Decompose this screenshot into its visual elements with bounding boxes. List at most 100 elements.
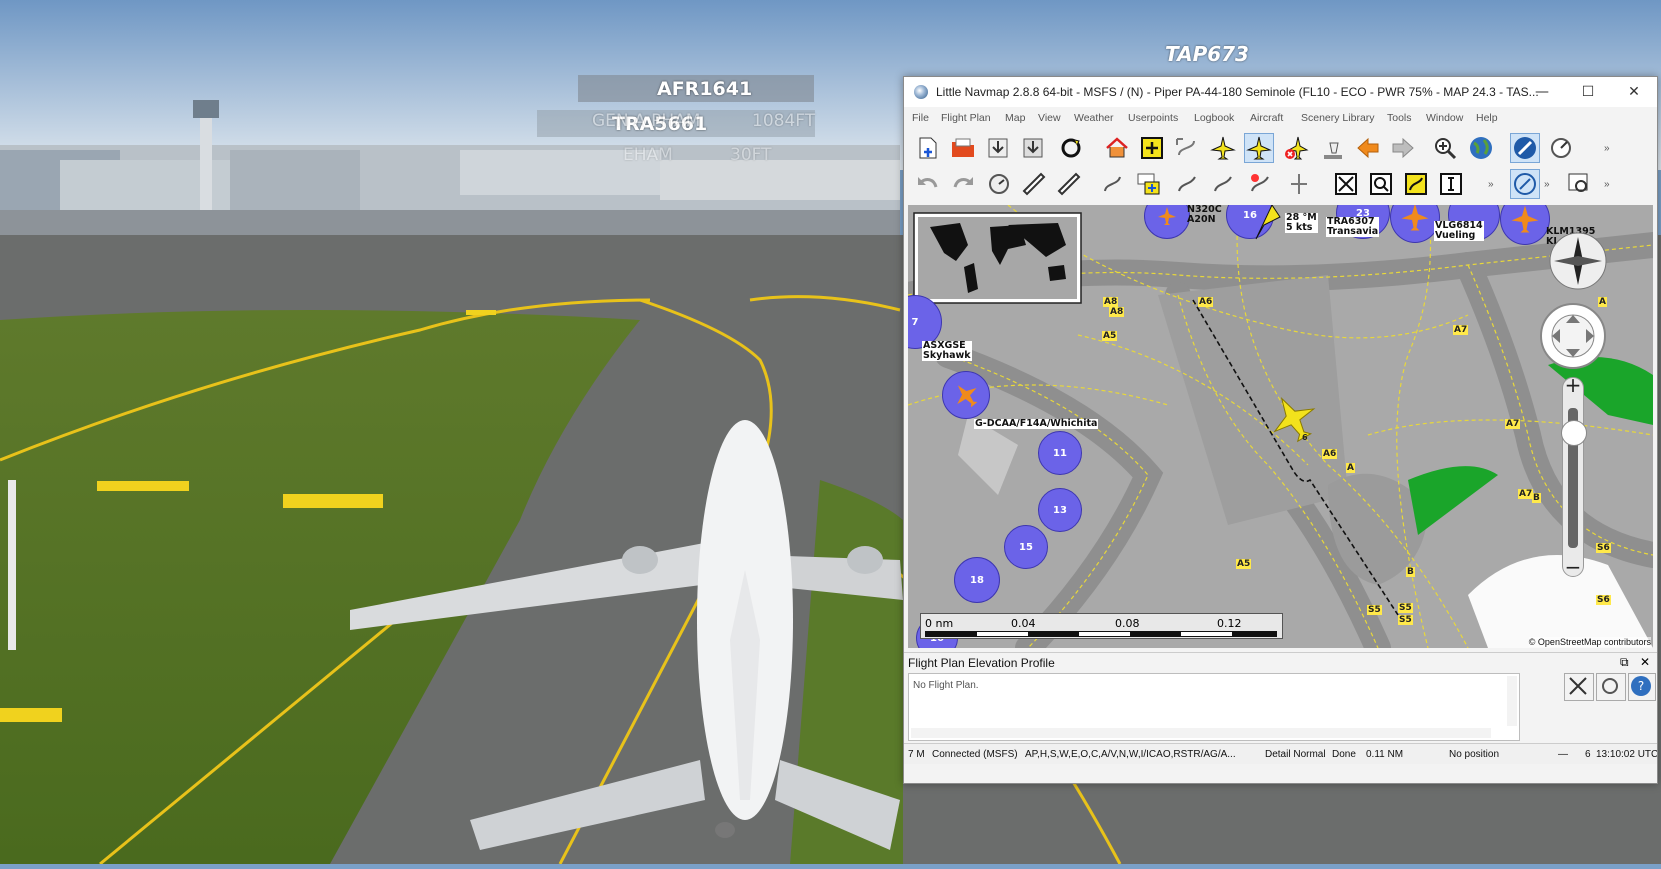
save-as-icon xyxy=(1023,138,1043,158)
compass-button[interactable] xyxy=(1510,133,1540,163)
taxiway-label: B xyxy=(1532,493,1541,503)
user-aircraft-button[interactable] xyxy=(1318,133,1348,163)
sparkle-icon xyxy=(1251,174,1269,192)
profile-message: No Flight Plan. xyxy=(913,680,979,691)
profile-help-button[interactable]: ? xyxy=(1628,673,1656,701)
redo-button[interactable] xyxy=(948,169,978,199)
gear-icon xyxy=(1602,678,1618,694)
pin-button[interactable] xyxy=(1284,169,1314,199)
route-leg-2-button[interactable] xyxy=(1208,169,1238,199)
close-button[interactable]: ✕ xyxy=(1611,77,1657,107)
aircraft-cluster-15[interactable]: 15 xyxy=(1004,525,1048,569)
menu-help[interactable]: Help xyxy=(1476,112,1498,124)
menu-flight-plan[interactable]: Flight Plan xyxy=(941,112,991,124)
aircraft-cluster-g-dcaa[interactable] xyxy=(942,371,990,419)
status-done: Done xyxy=(1332,749,1356,760)
zoom-in-icon[interactable]: + xyxy=(1558,373,1588,397)
center-aircraft-button[interactable] xyxy=(1208,133,1238,163)
menu-tools[interactable]: Tools xyxy=(1387,112,1412,124)
close-panel-icon[interactable]: ✕ xyxy=(1640,655,1650,669)
menu-userpoints[interactable]: Userpoints xyxy=(1128,112,1178,124)
map-settings-button[interactable] xyxy=(1546,133,1576,163)
aircraft-cluster-13[interactable]: 13 xyxy=(1038,488,1082,532)
taxiway-label: A6 xyxy=(1322,449,1338,459)
pan-control-icon[interactable] xyxy=(1538,301,1608,371)
route-leg-button[interactable] xyxy=(1172,169,1202,199)
aircraft-cluster-11[interactable]: 11 xyxy=(1038,431,1082,475)
elevation-profile-view[interactable]: No Flight Plan. xyxy=(908,673,1520,741)
window-layout-button[interactable] xyxy=(1564,169,1594,199)
scale-label-3: 0.12 xyxy=(1217,617,1242,630)
undock-icon[interactable]: ⧉ xyxy=(1620,655,1629,670)
save-flight-plan-button[interactable] xyxy=(983,133,1013,163)
arrow-right-icon xyxy=(1392,137,1414,159)
menu-scenery-library[interactable]: Scenery Library xyxy=(1301,112,1375,124)
compass-rose-icon[interactable] xyxy=(1548,231,1608,291)
zoom-in-button[interactable] xyxy=(1430,133,1460,163)
info-button[interactable] xyxy=(1436,169,1466,199)
forward-button[interactable] xyxy=(1388,133,1418,163)
minimize-button[interactable]: — xyxy=(1519,77,1565,107)
maximize-button[interactable]: ☐ xyxy=(1565,77,1611,107)
back-button[interactable] xyxy=(1353,133,1383,163)
profile-settings-button[interactable] xyxy=(1596,673,1626,701)
menu-view[interactable]: View xyxy=(1038,112,1061,124)
taxiway-label: A7 xyxy=(1453,325,1469,335)
undo-button[interactable] xyxy=(913,169,943,199)
map-view[interactable]: 16 23 7 11 13 15 18 16 N320CA20N 28 °M5 … xyxy=(908,205,1653,648)
fit-route-button[interactable] xyxy=(1331,169,1361,199)
toolbar-more-4[interactable]: » xyxy=(1604,179,1610,190)
status-count: 6 xyxy=(1585,749,1591,760)
profile-title: Flight Plan Elevation Profile xyxy=(908,656,1055,670)
scale-bar: 0 nm 0.04 0.08 0.12 xyxy=(920,613,1283,639)
route-button[interactable] xyxy=(1172,133,1202,163)
status-time: 13:10:02 UTC xyxy=(1596,749,1658,760)
scale-label-1: 0.04 xyxy=(1011,617,1036,630)
taxiway-label: A5 xyxy=(1236,559,1252,569)
menu-weather[interactable]: Weather xyxy=(1074,112,1114,124)
new-flight-plan-button[interactable] xyxy=(913,133,943,163)
profile-vscrollbar[interactable] xyxy=(1507,676,1517,726)
route-view-button[interactable] xyxy=(1401,169,1431,199)
aircraft-cluster-18[interactable]: 18 xyxy=(954,557,1000,603)
zoom-slider[interactable] xyxy=(1561,377,1587,577)
calc-button[interactable] xyxy=(984,169,1014,199)
toolbar-more-3[interactable]: » xyxy=(1544,179,1550,190)
profile-fit-button[interactable] xyxy=(1564,673,1594,701)
toolbar-more-1[interactable]: » xyxy=(1604,143,1610,154)
add-position-button[interactable] xyxy=(1137,133,1167,163)
measure-2-button[interactable] xyxy=(1054,169,1084,199)
open-flight-plan-button[interactable] xyxy=(948,133,978,163)
add-leg-button[interactable] xyxy=(1133,169,1163,199)
taxiway-label: A5 xyxy=(1102,331,1118,341)
zoom-handle[interactable] xyxy=(1561,420,1587,446)
save-as-button[interactable] xyxy=(1018,133,1048,163)
home-button[interactable] xyxy=(1102,133,1132,163)
menu-aircraft[interactable]: Aircraft xyxy=(1250,112,1283,124)
toolbar-more-2[interactable]: » xyxy=(1488,179,1494,190)
search-map-button[interactable] xyxy=(1366,169,1396,199)
window-title: Little Navmap 2.8.8 64-bit - MSFS / (N) … xyxy=(936,85,1539,99)
user-aircraft-icon[interactable] xyxy=(1268,393,1318,443)
profile-hscrollbar[interactable] xyxy=(911,728,1491,738)
title-bar[interactable]: Little Navmap 2.8.8 64-bit - MSFS / (N) … xyxy=(904,77,1657,107)
taxiway-label: A7 xyxy=(1518,489,1534,499)
text-cursor-icon xyxy=(1440,173,1462,195)
remove-aircraft-trail-button[interactable] xyxy=(1281,133,1311,163)
reload-button[interactable] xyxy=(1056,133,1086,163)
taxiway-label: S6 xyxy=(1596,595,1611,605)
menu-logbook[interactable]: Logbook xyxy=(1194,112,1234,124)
globe-button[interactable] xyxy=(1466,133,1496,163)
rotate-map-button[interactable] xyxy=(1510,169,1540,199)
pin-icon xyxy=(1291,174,1307,194)
zoom-out-icon[interactable]: − xyxy=(1558,555,1588,579)
menu-file[interactable]: File xyxy=(912,112,929,124)
measure-button[interactable] xyxy=(1019,169,1049,199)
highlight-button[interactable] xyxy=(1245,169,1275,199)
aircraft-icon xyxy=(1511,205,1539,233)
aircraft-follow-button[interactable] xyxy=(1244,133,1274,163)
menu-window[interactable]: Window xyxy=(1426,112,1463,124)
edit-route-button[interactable] xyxy=(1098,169,1128,199)
scale-label-2: 0.08 xyxy=(1115,617,1140,630)
menu-map[interactable]: Map xyxy=(1005,112,1025,124)
